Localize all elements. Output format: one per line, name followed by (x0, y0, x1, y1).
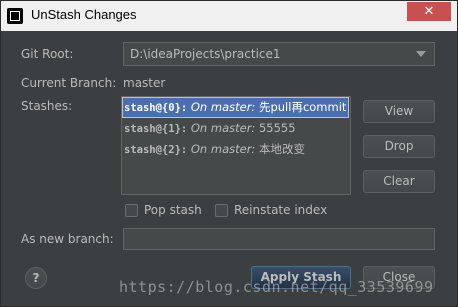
stash-list-item-0[interactable]: stash@{0}: On master: 先pull再commit (122, 97, 349, 118)
view-button[interactable]: View (363, 100, 435, 123)
new-branch-input[interactable] (123, 228, 435, 250)
stash-message: 55555 (258, 121, 296, 135)
watermark-text: https://blog.csdn.net/qq_33539699 (119, 278, 434, 296)
git-root-dropdown[interactable]: D:\ideaProjects\practice1 (123, 42, 435, 66)
help-button[interactable]: ? (25, 267, 47, 289)
stash-ref: stash@{2}: (124, 144, 188, 156)
pop-stash-label: Pop stash (144, 203, 202, 217)
stashes-label: Stashes: (21, 99, 73, 113)
stash-list-item-1[interactable]: stash@{1}: On master: 55555 (123, 119, 296, 138)
git-root-label: Git Root: (21, 47, 74, 61)
current-branch-label: Current Branch: (21, 76, 117, 90)
git-root-value: D:\ideaProjects\practice1 (130, 47, 281, 61)
unstash-dialog: UnStash Changes ✕ Git Root: D:\ideaProje… (0, 0, 458, 307)
pop-stash-checkbox[interactable] (125, 204, 138, 217)
title-bar: UnStash Changes ✕ (1, 1, 457, 31)
stash-branch: On master: (190, 121, 256, 135)
stash-list-item-2[interactable]: stash@{2}: On master: 本地改变 (123, 140, 305, 159)
stash-message: 本地改变 (258, 142, 305, 156)
chevron-down-icon (416, 51, 426, 57)
stash-branch: On master: (190, 142, 256, 156)
new-branch-label: As new branch: (21, 232, 114, 246)
intellij-app-icon (7, 8, 23, 24)
window-title: UnStash Changes (31, 7, 137, 22)
stash-list[interactable]: stash@{0}: On master: 先pull再commit stash… (121, 96, 351, 195)
reinstate-index-label: Reinstate index (234, 203, 328, 217)
current-branch-value: master (123, 76, 166, 90)
stash-ref: stash@{1}: (124, 123, 188, 135)
stash-branch: On master: (190, 100, 256, 114)
reinstate-index-checkbox[interactable] (215, 204, 228, 217)
window-close-button[interactable]: ✕ (407, 2, 451, 21)
stash-ref: stash@{0}: (124, 102, 188, 114)
drop-button[interactable]: Drop (363, 135, 435, 158)
clear-button[interactable]: Clear (363, 170, 435, 193)
stash-message: 先pull再commit (258, 100, 347, 114)
